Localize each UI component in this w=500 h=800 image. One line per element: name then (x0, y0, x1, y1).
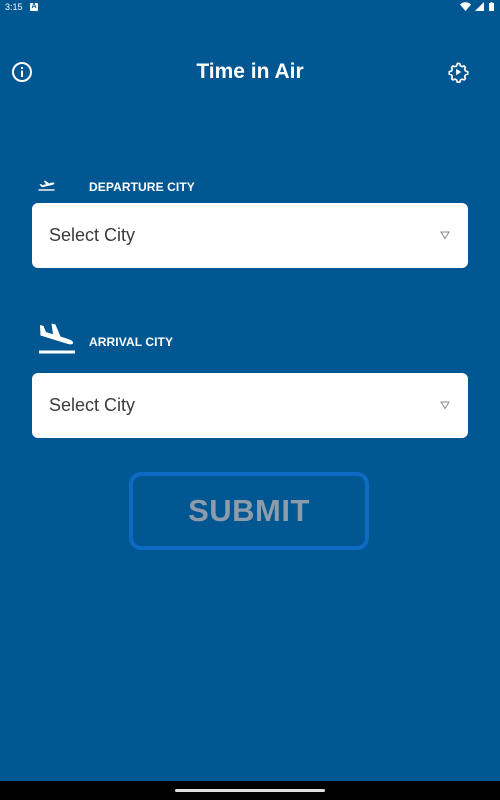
navigation-bar (0, 781, 500, 800)
departure-city-select[interactable]: Select City (32, 203, 468, 268)
arrival-city-label: ARRIVAL CITY (89, 335, 174, 349)
submit-button[interactable]: SUBMIT (129, 472, 369, 550)
chevron-down-icon (440, 231, 450, 240)
notification-icon: A (30, 3, 38, 11)
app-screen: 3:15 A Time in Air DEPARTURE CITY Select… (0, 0, 500, 800)
gear-icon (448, 62, 469, 83)
departure-city-label: DEPARTURE CITY (89, 180, 195, 194)
status-bar: 3:15 A (0, 0, 500, 14)
home-gesture-handle[interactable] (175, 789, 325, 792)
arrival-city-select[interactable]: Select City (32, 373, 468, 438)
wifi-icon (459, 2, 471, 11)
departure-select-value: Select City (49, 225, 136, 245)
info-icon (12, 62, 32, 82)
page-title: Time in Air (196, 60, 304, 83)
chevron-down-icon (440, 401, 450, 410)
signal-icon (475, 2, 485, 11)
airplane-takeoff-icon (38, 180, 55, 191)
arrival-select-value: Select City (49, 395, 136, 415)
app-header: Time in Air (0, 52, 500, 92)
airplane-landing-icon (39, 323, 75, 354)
status-icons (458, 2, 494, 12)
status-time: 3:15 (5, 2, 23, 12)
settings-button[interactable] (447, 61, 469, 83)
info-button[interactable] (11, 61, 33, 83)
battery-icon (489, 2, 494, 11)
